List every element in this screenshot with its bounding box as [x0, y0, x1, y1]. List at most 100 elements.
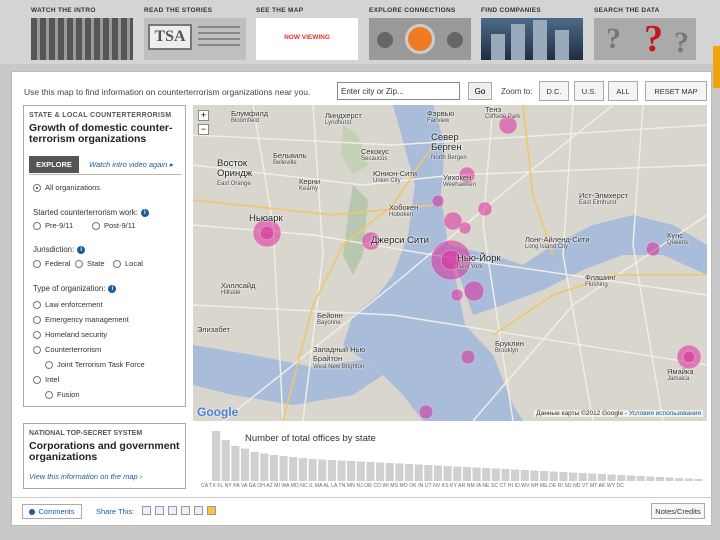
chart-bar[interactable] [443, 466, 452, 481]
chart-bar[interactable] [395, 463, 404, 482]
chart-bar[interactable] [626, 475, 635, 482]
reset-map-button[interactable]: RESET MAP [645, 81, 707, 101]
info-icon[interactable]: i [140, 208, 149, 217]
zoom-dc-button[interactable]: D.C. [539, 81, 569, 101]
filter-law-enforcement[interactable]: Law enforcement [33, 300, 103, 309]
chart-bar[interactable] [404, 464, 414, 481]
chart-bar[interactable] [617, 475, 626, 481]
view-on-map-link[interactable]: View this information on the map › [29, 472, 142, 481]
radio-icon[interactable] [33, 259, 41, 268]
info-icon[interactable]: i [108, 284, 117, 293]
delicious-share-icon[interactable] [181, 506, 190, 515]
chart-bar[interactable] [385, 463, 394, 481]
chart-bar[interactable] [655, 477, 664, 481]
zoom-us-button[interactable]: U.S. [574, 81, 604, 101]
chart-bar[interactable] [212, 431, 221, 481]
chart-bar[interactable] [646, 476, 655, 482]
chart-bar[interactable] [327, 460, 336, 481]
chart-bar[interactable] [337, 460, 346, 482]
filter-fusion[interactable]: Fusion [45, 390, 80, 399]
filter-post-911[interactable]: Post-9/11 [92, 221, 136, 230]
chart-bar[interactable] [472, 467, 481, 482]
radio-icon[interactable] [33, 375, 41, 384]
chart-bar[interactable] [308, 459, 317, 481]
chart-bar[interactable] [694, 479, 703, 481]
radio-icon[interactable] [33, 300, 41, 309]
chart-bar[interactable] [578, 473, 587, 481]
chart-bar[interactable] [221, 440, 230, 481]
filter-homeland-security[interactable]: Homeland security [33, 330, 107, 339]
filter-federal[interactable]: Federal [33, 259, 70, 268]
chart-bar[interactable] [318, 459, 327, 482]
chart-bar[interactable] [549, 471, 558, 482]
chart-bar[interactable] [684, 478, 693, 482]
radio-icon[interactable] [33, 315, 41, 324]
radio-icon[interactable] [45, 390, 53, 399]
nav-see-map[interactable]: SEE THE MAP NOW VIEWING [256, 6, 358, 64]
chart-bar[interactable] [501, 469, 510, 481]
chart-bar[interactable] [520, 470, 529, 481]
radio-icon[interactable] [33, 221, 41, 230]
radio-icon[interactable] [45, 360, 53, 369]
chart-bar[interactable] [530, 470, 539, 482]
radio-selected-icon[interactable] [33, 183, 41, 192]
filter-emergency-management[interactable]: Emergency management [33, 315, 129, 324]
chart-bar[interactable] [289, 457, 298, 481]
chart-bar[interactable] [356, 461, 365, 482]
zoom-all-button[interactable]: ALL [608, 81, 638, 101]
terms-of-use-link[interactable]: Условия использования [629, 410, 701, 417]
chart-bar[interactable] [376, 462, 385, 482]
chart-bar[interactable] [568, 472, 578, 482]
filter-jttf[interactable]: Joint Terrorism Task Force [45, 360, 145, 369]
chart-bar[interactable] [597, 474, 607, 481]
chart-bar[interactable] [250, 452, 259, 481]
chart-bar[interactable] [453, 466, 462, 482]
chart-bar[interactable] [636, 476, 645, 481]
twitter-share-icon[interactable] [168, 506, 177, 515]
chart-bar[interactable] [347, 461, 356, 481]
radio-icon[interactable] [33, 330, 41, 339]
radio-icon[interactable] [75, 259, 83, 268]
map-zoom-out-button[interactable]: − [198, 124, 209, 135]
chart-bar[interactable] [559, 472, 568, 481]
explore-tab[interactable]: EXPLORE [29, 156, 79, 173]
nav-search-data[interactable]: SEARCH THE DATA ? ? ? [594, 6, 696, 64]
chart-bar[interactable] [675, 478, 684, 481]
map-zoom-in-button[interactable]: + [198, 110, 209, 121]
chart-bar[interactable] [269, 455, 279, 481]
filter-local[interactable]: Local [113, 259, 143, 268]
nav-explore-connections[interactable]: EXPLORE CONNECTIONS [369, 6, 471, 64]
digg-share-icon[interactable] [194, 506, 203, 515]
filter-all-organizations[interactable]: All organizations [33, 183, 100, 192]
radio-icon[interactable] [33, 345, 41, 354]
chart-bar[interactable] [491, 468, 500, 482]
watch-intro-video-link[interactable]: Watch intro video again ▸ [89, 160, 173, 169]
chart-bar[interactable] [540, 471, 549, 481]
notes-credits-button[interactable]: Notes/Credits [651, 503, 705, 519]
chart-bar[interactable] [231, 446, 240, 481]
facebook-share-icon[interactable] [155, 506, 164, 515]
chart-bar[interactable] [462, 467, 471, 481]
radio-icon[interactable] [92, 221, 100, 230]
info-icon[interactable]: i [77, 245, 86, 254]
email-share-icon[interactable] [142, 506, 151, 515]
filter-pre-911[interactable]: Pre-9/11 [33, 221, 73, 230]
chart-bar[interactable] [482, 468, 491, 481]
go-button[interactable]: Go [468, 82, 492, 100]
chart-bar[interactable] [588, 473, 597, 482]
nav-find-companies[interactable]: FIND COMPANIES [481, 6, 583, 64]
map-view[interactable]: Блумфилд Bloomfield Линдхерст Lyndhurst Фэ… [193, 105, 707, 421]
print-share-icon[interactable] [207, 506, 216, 515]
filter-state[interactable]: State [75, 259, 105, 268]
filter-counterterrorism[interactable]: Counterterrorism [33, 345, 101, 354]
chart-bar[interactable] [433, 465, 443, 482]
nav-watch-intro[interactable]: WATCH THE INTRO [31, 6, 133, 64]
chart-bar[interactable] [366, 462, 375, 481]
radio-icon[interactable] [113, 259, 121, 268]
location-search-input[interactable] [337, 82, 460, 100]
chart-bar[interactable] [260, 453, 269, 482]
chart-bar[interactable] [414, 464, 423, 482]
chart-bar[interactable] [511, 469, 520, 482]
chart-bar[interactable] [424, 465, 433, 481]
nav-read-stories[interactable]: READ THE STORIES TSA [144, 6, 246, 64]
